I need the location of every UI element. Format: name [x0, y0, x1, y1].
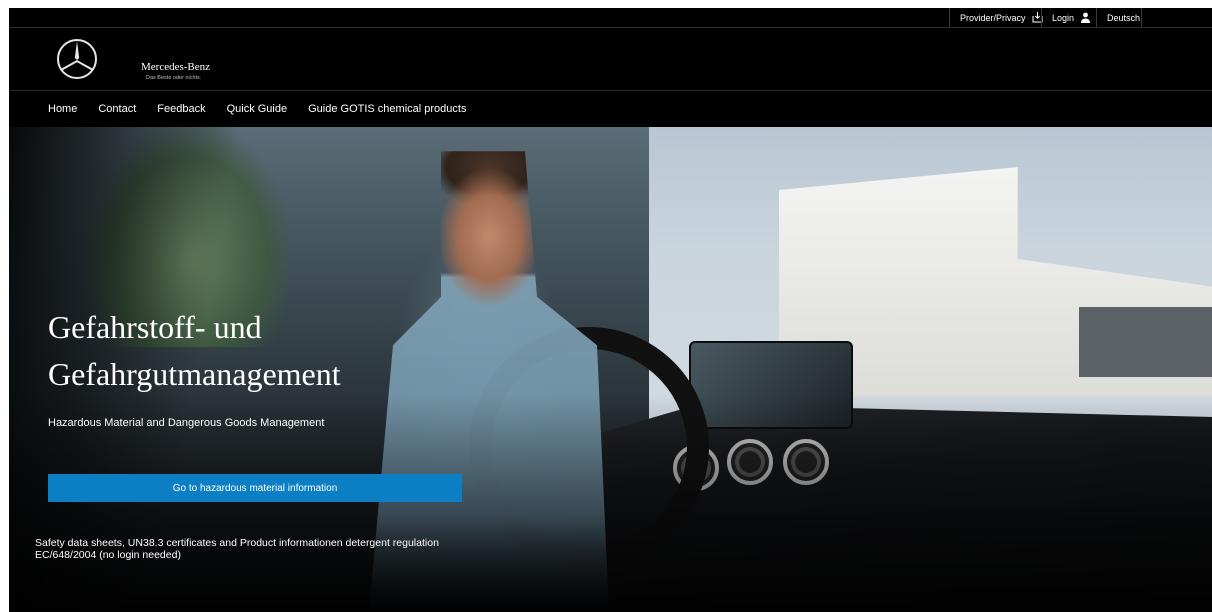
provider-privacy-link[interactable]: Provider/Privacy: [949, 8, 1043, 27]
hero-subtitle: Hazardous Material and Dangerous Goods M…: [48, 417, 325, 429]
hero-note: Safety data sheets, UN38.3 certificates …: [35, 537, 475, 561]
hero-section: Gefahrstoff- und Gefahrgutmanagement Haz…: [9, 127, 1212, 612]
nav-item-home[interactable]: Home: [48, 103, 77, 115]
hazardous-material-button[interactable]: Go to hazardous material information: [48, 474, 462, 502]
main-nav: Home Contact Feedback Quick Guide Guide …: [9, 91, 1212, 127]
page-frame: Provider/Privacy Login Deutsch Mercedes-…: [9, 8, 1212, 612]
hero-title: Gefahrstoff- und Gefahrgutmanagement: [48, 304, 468, 398]
nav-item-feedback[interactable]: Feedback: [157, 103, 205, 115]
provider-privacy-label: Provider/Privacy: [960, 12, 1026, 23]
brand-slogan: Das Beste oder nichts.: [146, 75, 202, 81]
brand-bar: Mercedes-Benz Das Beste oder nichts.: [9, 28, 1212, 91]
user-icon: [1080, 12, 1091, 23]
login-link[interactable]: Login: [1041, 8, 1096, 27]
language-label: Deutsch: [1107, 12, 1141, 23]
hero-title-line2: Gefahrgutmanagement: [48, 356, 341, 392]
hero-note-line2: EC/648/2004 (no login needed): [35, 549, 181, 561]
mercedes-star-icon[interactable]: [56, 38, 98, 80]
nav-item-contact[interactable]: Contact: [98, 103, 136, 115]
utility-bar: Provider/Privacy Login Deutsch: [9, 8, 1212, 28]
brand-name: Mercedes-Benz: [141, 61, 211, 73]
nav-item-guide-gotis[interactable]: Guide GOTIS chemical products: [308, 103, 466, 115]
hero-note-line1: Safety data sheets, UN38.3 certificates …: [35, 537, 439, 549]
nav-item-quick-guide[interactable]: Quick Guide: [227, 103, 288, 115]
language-switch[interactable]: Deutsch: [1096, 8, 1141, 27]
utility-divider: [1141, 8, 1142, 27]
hero-title-line1: Gefahrstoff- und: [48, 309, 262, 345]
login-label: Login: [1052, 12, 1075, 23]
